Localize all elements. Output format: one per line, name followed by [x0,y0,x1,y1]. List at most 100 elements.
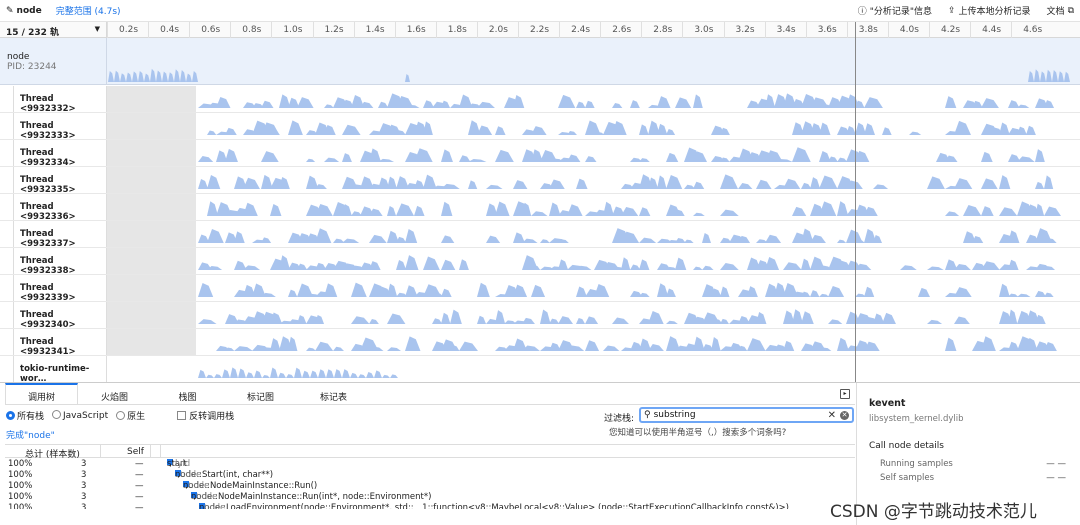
activity-bump [288,120,303,135]
activity-bump [234,231,245,243]
invert-stack-checkbox[interactable]: 反转调用栈 [153,409,234,422]
activity-bump [828,319,843,324]
activity-bump [612,121,627,135]
total-percent: 100% [8,492,33,502]
table-row[interactable]: 100%3—▼ node::NodeMainInstance::Run()nod… [5,481,855,492]
self-count: — [135,503,144,509]
activity-bump [585,340,600,351]
activity-bump [630,264,641,270]
tab-0[interactable]: 调用树 [5,383,78,404]
activity-bump [369,261,381,270]
table-row[interactable]: 100%3—▼ node::LoadEnvironment(node::Envi… [5,503,855,509]
details-title: Call node details [869,441,944,451]
activity-bump [666,320,678,324]
sidebar-toggle-icon[interactable]: ▸ [840,389,850,399]
activity-bump [585,316,599,324]
self-column-header[interactable]: Self [127,447,144,457]
tab-4[interactable]: 标记表 [297,383,370,404]
tab-2[interactable]: 栈图 [151,383,224,404]
function-name: node::NodeMainInstance::Run(int*, node::… [191,492,432,502]
activity-bump [390,374,398,378]
stack-options: 所有栈 JavaScript 原生 反转调用栈 [6,409,234,422]
activity-bump [1046,69,1052,82]
activity-bump [225,148,238,162]
activity-bump [120,73,126,82]
time-cursor [855,22,856,382]
radio-all-stacks[interactable]: 所有栈 [6,409,44,422]
activity-bump [1035,290,1047,297]
activity-bump [666,129,676,135]
sample-count: 3 [81,481,87,491]
activity-bump [192,71,198,82]
activity-bump [162,71,168,82]
activity-bump [342,124,361,135]
table-row[interactable]: 100%3—▼ node::Start(int, char**)node [5,470,855,481]
activity-bump [334,369,342,378]
activity-bump [909,131,922,135]
activity-bump [927,176,945,189]
tab-3[interactable]: 标记图 [224,383,297,404]
filter-input[interactable]: ⚲ substring ✕ ✕ [639,407,854,423]
activity-bump [459,341,478,351]
activity-bump [238,368,246,378]
library-name: dyld [172,459,191,469]
activity-bump [306,158,316,162]
activity-bump [315,204,333,216]
activity-bump [531,126,547,135]
activity-bump [126,72,132,82]
activity-bump [612,103,623,108]
table-row[interactable]: 100%3—▼ node::NodeMainInstance::Run(int*… [5,492,855,503]
activity-bump [531,211,548,216]
activity-bump [310,370,318,378]
activity-bump [945,96,957,108]
filter-hint: 您知道可以使用半角逗号（,）搜索多个词条吗? [609,428,787,438]
activity-bump [711,336,721,351]
activity-bump [603,201,614,216]
activity-bump [396,259,407,270]
activity-bump [873,184,889,189]
activity-bump [522,238,538,243]
activity-bump [837,239,847,243]
activity-bump [801,258,811,270]
library-name: node [196,492,218,502]
activity-bump [549,202,561,216]
activity-bump [477,101,495,108]
activity-bump [369,148,382,162]
activity-bump [522,317,535,324]
activity-bump [657,96,671,108]
activity-bump [873,234,883,243]
activity-bump [576,317,586,324]
panel-tabs: 调用树 火焰图 栈图 标记图 标记表 [5,383,855,405]
filter-value: substring [653,410,696,420]
activity-bump [549,179,565,189]
radio-native[interactable]: 原生 [116,409,145,422]
activity-bump [441,235,455,243]
activity-bump [1017,126,1027,135]
running-samples-value: — — [1046,459,1066,469]
radio-javascript[interactable]: JavaScript [52,410,108,421]
activity-bump [666,152,679,162]
activity-bump [144,73,150,82]
activity-bump [382,374,390,378]
activity-bump [243,202,258,216]
table-row[interactable]: 100%3—▼ startdyld [5,459,855,470]
activity-bump [621,257,631,270]
activity-bump [801,182,812,189]
activity-bump [558,259,569,270]
activity-bump [558,94,576,108]
activity-bump [819,293,830,297]
close-circle-icon[interactable]: ✕ [840,410,849,420]
tab-1[interactable]: 火焰图 [78,383,151,404]
activity-bump [302,370,310,378]
activity-bump [864,97,883,108]
activity-bump [216,96,231,108]
activity-bump [405,255,419,270]
selected-function: kevent [869,398,906,409]
activity-bump [1040,71,1046,82]
clear-icon[interactable]: ✕ [828,410,836,421]
activity-bump [720,263,739,270]
activity-bump [207,130,217,135]
sample-count: 3 [81,470,87,480]
activity-bump [198,319,217,324]
activity-bump [423,174,437,189]
